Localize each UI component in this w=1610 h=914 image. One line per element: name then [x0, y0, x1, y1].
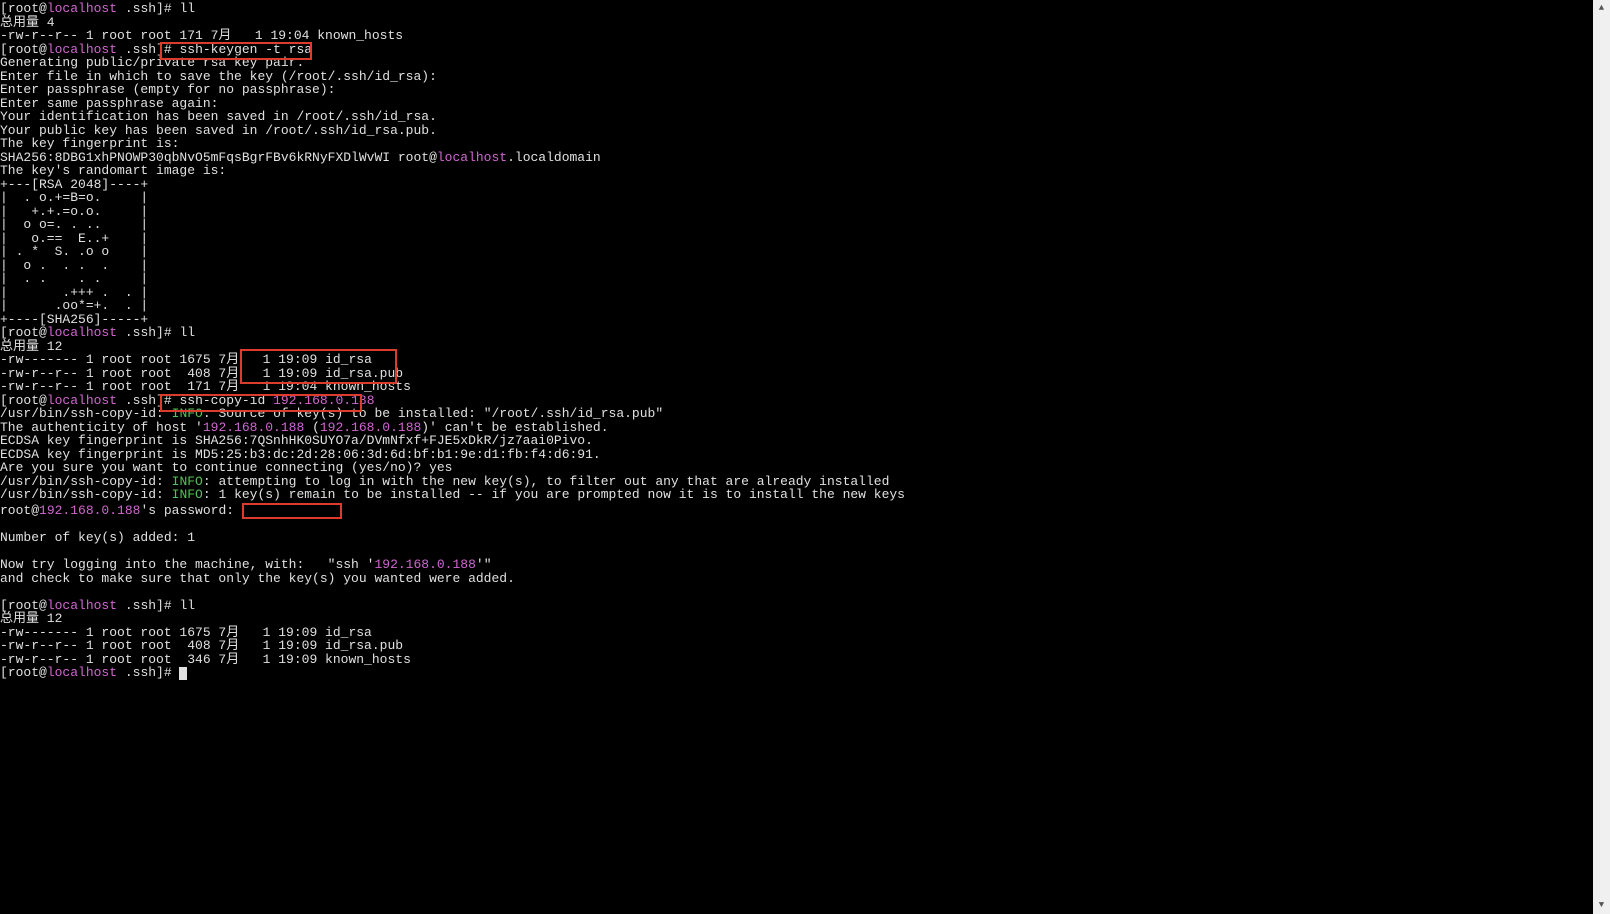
copyid-password-line: root@192.168.0.188's password:	[0, 503, 342, 518]
cursor-block	[179, 667, 187, 680]
scrollbar[interactable]: ▲ ▼	[1593, 0, 1610, 914]
cmd-ll: ll	[179, 598, 195, 613]
terminal-output[interactable]: [root@localhost .ssh]# ll 总用量 4 -rw-r--r…	[0, 2, 905, 680]
copyid-line: /usr/bin/ssh-copy-id: INFO: 1 key(s) rem…	[0, 487, 905, 502]
highlight-box-password	[242, 503, 342, 519]
chevron-up-icon: ▲	[1599, 3, 1604, 13]
prompt: [root@localhost .ssh]#	[0, 665, 179, 680]
chevron-down-icon: ▼	[1599, 900, 1604, 910]
scrollbar-down-button[interactable]: ▼	[1593, 897, 1610, 914]
scrollbar-up-button[interactable]: ▲	[1593, 0, 1610, 17]
cmd-ll: ll	[179, 1, 195, 16]
cmd-ll: ll	[179, 325, 195, 340]
copyid-line: and check to make sure that only the key…	[0, 571, 515, 586]
copyid-line: Number of key(s) added: 1	[0, 530, 195, 545]
terminal-screen: [root@localhost .ssh]# ll 总用量 4 -rw-r--r…	[0, 0, 1610, 914]
